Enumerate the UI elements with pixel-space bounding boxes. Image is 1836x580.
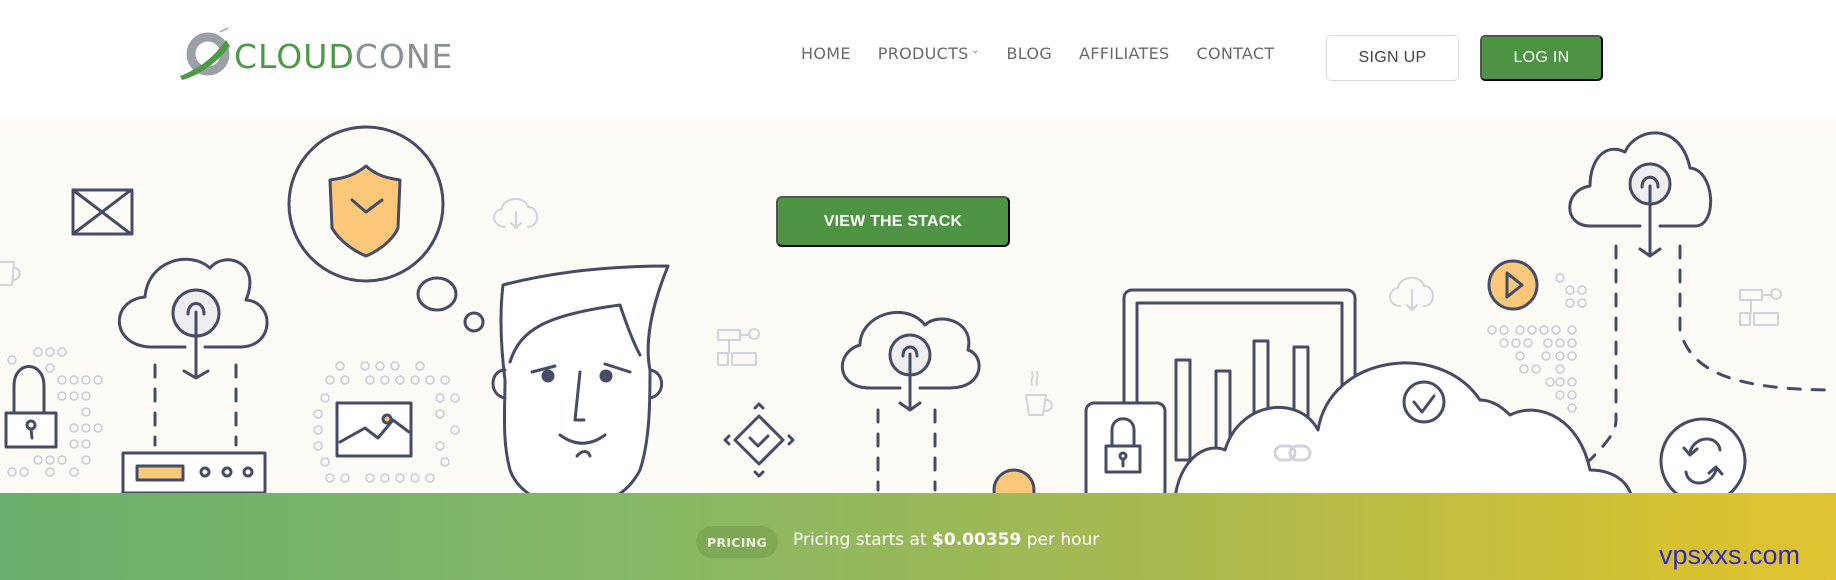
chevron-down-icon: ⌄ <box>971 45 980 56</box>
flowchart-icon <box>717 288 1782 366</box>
coffee-cup-icon <box>0 261 21 286</box>
pricing-bar: PRICING Pricing starts at $0.00359 per h… <box>0 493 1836 580</box>
log-in-button[interactable]: LOG IN <box>1480 35 1603 81</box>
page: CLOUDCONE HOME PRODUCTS ⌄ BLOG AFFILIATES… <box>0 0 1836 580</box>
nav-contact-label: CONTACT <box>1196 44 1275 63</box>
site-header: CLOUDCONE HOME PRODUCTS ⌄ BLOG AFFILIATES… <box>0 0 1836 117</box>
cloud-download-icon-left <box>117 257 269 447</box>
play-icon <box>1487 259 1539 311</box>
nav-contact[interactable]: CONTACT <box>1196 44 1274 63</box>
watermark-text: vpsxxs.com <box>1659 540 1801 570</box>
nav-blog[interactable]: BLOG <box>1007 44 1053 63</box>
cloud-download-icon-right <box>1568 131 1836 462</box>
pricing-text-suffix: per hour <box>1021 530 1100 550</box>
pricing-text[interactable]: Pricing starts at $0.00359 per hour <box>793 530 1099 550</box>
cloud-download-icon-mid <box>841 310 981 492</box>
logo[interactable]: CLOUDCONE <box>176 26 453 86</box>
view-the-stack-button[interactable]: VIEW THE STACK <box>776 196 1010 247</box>
hero-illustration <box>0 125 1836 493</box>
shield-check-icon <box>287 125 485 333</box>
logo-text: CLOUDCONE <box>234 37 453 76</box>
coffee-cup-icon-mid <box>1025 371 1053 416</box>
cloudcone-logo-icon <box>180 27 230 80</box>
nav-affiliates[interactable]: AFFILIATES <box>1079 44 1169 63</box>
nav-home[interactable]: HOME <box>801 44 851 63</box>
logo-text-cloud: CLOUD <box>234 36 355 76</box>
main-nav: HOME PRODUCTS ⌄ BLOG AFFILIATES CONTACT <box>801 44 1301 63</box>
nav-affiliates-label: AFFILIATES <box>1079 44 1170 63</box>
image-icon <box>335 401 413 458</box>
person-illustration <box>491 264 670 493</box>
check-badge-icon <box>992 468 1036 493</box>
server-icon <box>121 451 267 493</box>
pricing-price: $0.00359 <box>932 530 1022 550</box>
sync-icon <box>1659 417 1747 493</box>
nav-blog-label: BLOG <box>1006 44 1053 63</box>
nav-products[interactable]: PRODUCTS ⌄ <box>878 44 980 63</box>
envelope-icon <box>71 188 134 236</box>
hero-section: VIEW THE STACK <box>0 117 1836 493</box>
pricing-badge: PRICING <box>696 526 778 558</box>
nav-products-label: PRODUCTS <box>877 44 969 63</box>
nav-home-label: HOME <box>801 44 851 63</box>
sign-up-button[interactable]: SIGN UP <box>1326 35 1459 81</box>
padlock-icon <box>4 365 58 449</box>
logo-text-cone: CONE <box>354 36 454 76</box>
pricing-text-prefix: Pricing starts at <box>793 530 933 550</box>
diamond-check-icon <box>723 402 795 478</box>
padlock-device-icon <box>1084 401 1167 493</box>
